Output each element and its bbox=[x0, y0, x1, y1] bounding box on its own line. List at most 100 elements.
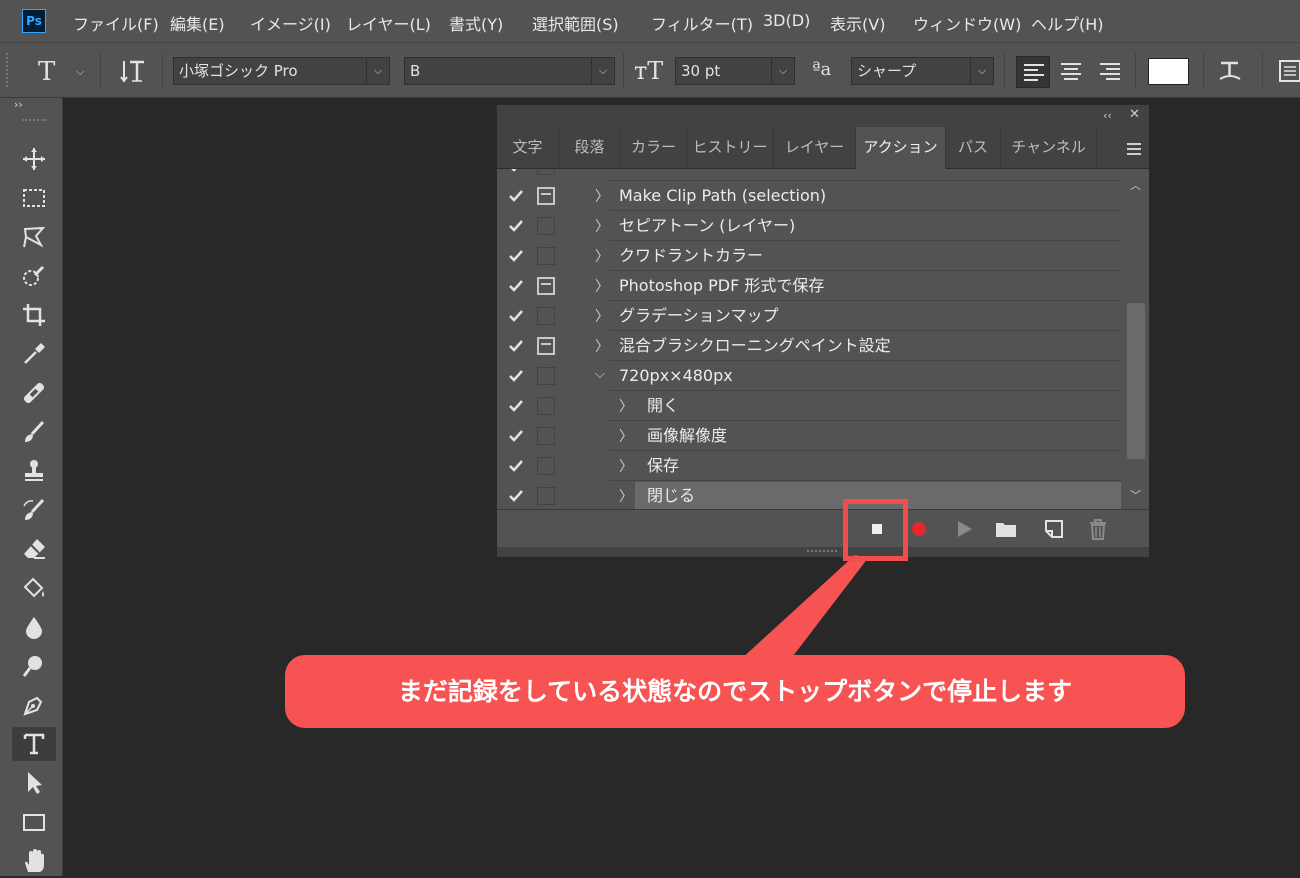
check-icon[interactable] bbox=[507, 307, 525, 325]
pen-tool-icon[interactable] bbox=[12, 688, 56, 722]
history-brush-tool-icon[interactable] bbox=[12, 493, 56, 527]
dialog-toggle-icon[interactable] bbox=[537, 187, 555, 205]
type-tool-icon[interactable] bbox=[12, 727, 56, 761]
eraser-tool-icon[interactable] bbox=[12, 532, 56, 566]
dialog-toggle-icon[interactable] bbox=[537, 457, 555, 475]
chevron-right-icon[interactable]: 〉 bbox=[595, 246, 609, 266]
rectangle-tool-icon[interactable] bbox=[12, 805, 56, 839]
chevron-right-icon[interactable]: 〉 bbox=[619, 486, 633, 506]
menu-view[interactable]: 表示(V) bbox=[830, 11, 885, 35]
chevron-down-icon[interactable]: ⌵ bbox=[76, 65, 84, 79]
blur-tool-icon[interactable] bbox=[12, 610, 56, 644]
scroll-up-icon[interactable]: ︿ bbox=[1130, 177, 1141, 193]
check-icon[interactable] bbox=[507, 397, 525, 415]
path-selection-tool-icon[interactable] bbox=[12, 766, 56, 800]
lasso-tool-icon[interactable] bbox=[12, 220, 56, 254]
tab-channels[interactable]: チャンネル bbox=[1001, 127, 1097, 168]
hand-tool-icon[interactable] bbox=[12, 844, 56, 878]
clone-stamp-tool-icon[interactable] bbox=[12, 454, 56, 488]
dialog-toggle-icon[interactable] bbox=[537, 487, 555, 505]
align-center-button[interactable] bbox=[1054, 56, 1088, 88]
chevron-right-icon[interactable]: 〉 bbox=[619, 396, 633, 416]
chevron-right-icon[interactable]: 〉 bbox=[595, 186, 609, 206]
check-icon[interactable] bbox=[507, 337, 525, 355]
paint-bucket-tool-icon[interactable] bbox=[12, 571, 56, 605]
chevron-right-icon[interactable]: 〉 bbox=[595, 336, 609, 356]
text-orientation-icon[interactable] bbox=[118, 57, 148, 85]
check-icon[interactable] bbox=[507, 457, 525, 475]
eyedropper-tool-icon[interactable] bbox=[12, 337, 56, 371]
chevron-right-icon[interactable]: 〉 bbox=[619, 456, 633, 476]
font-style-select[interactable]: B ⌵ bbox=[404, 57, 615, 85]
list-item[interactable] bbox=[497, 169, 1121, 181]
healing-brush-tool-icon[interactable] bbox=[12, 376, 56, 410]
scrollbar-thumb[interactable] bbox=[1127, 303, 1145, 459]
align-left-button[interactable] bbox=[1016, 56, 1050, 88]
action-row[interactable]: 〉クワドラントカラー bbox=[497, 241, 1121, 271]
tab-paths[interactable]: パス bbox=[946, 127, 1001, 168]
actions-scrollbar[interactable]: ︿ ﹀ bbox=[1123, 169, 1149, 509]
menu-layer[interactable]: レイヤー(L) bbox=[346, 11, 431, 35]
panel-resize-bar[interactable] bbox=[497, 547, 1149, 557]
action-row[interactable]: 〉 Photoshop PDF 形式で保存 bbox=[497, 271, 1121, 301]
action-row[interactable]: 〉保存 bbox=[497, 451, 1121, 481]
dodge-tool-icon[interactable] bbox=[12, 649, 56, 683]
tab-layers[interactable]: レイヤー bbox=[774, 127, 856, 168]
crop-tool-icon[interactable] bbox=[12, 298, 56, 332]
panel-title-bar[interactable]: ‹‹ ✕ bbox=[497, 105, 1149, 127]
check-icon[interactable] bbox=[507, 169, 525, 175]
dialog-toggle-icon[interactable] bbox=[537, 277, 555, 295]
delete-button[interactable] bbox=[1087, 518, 1109, 540]
marquee-tool-icon[interactable] bbox=[12, 181, 56, 215]
dialog-toggle-icon[interactable] bbox=[537, 337, 555, 355]
photoshop-logo-icon[interactable]: Ps bbox=[22, 9, 46, 33]
action-row[interactable]: 〉開く bbox=[497, 391, 1121, 421]
action-row[interactable]: 〉グラデーションマップ bbox=[497, 301, 1121, 331]
new-set-button[interactable] bbox=[995, 518, 1017, 540]
action-row[interactable]: 〉閉じる bbox=[497, 481, 1121, 509]
close-icon[interactable]: ✕ bbox=[1129, 107, 1140, 122]
check-icon[interactable] bbox=[507, 217, 525, 235]
menu-select[interactable]: 選択範囲(S) bbox=[532, 11, 619, 35]
check-icon[interactable] bbox=[507, 187, 525, 205]
dialog-toggle-icon[interactable] bbox=[537, 367, 555, 385]
tab-actions[interactable]: アクション bbox=[856, 127, 946, 169]
move-tool-icon[interactable] bbox=[12, 142, 56, 176]
tab-color[interactable]: カラー bbox=[621, 127, 687, 168]
menu-file[interactable]: ファイル(F) bbox=[73, 11, 159, 35]
quick-selection-tool-icon[interactable] bbox=[12, 259, 56, 293]
brush-tool-icon[interactable] bbox=[12, 415, 56, 449]
chevron-right-icon[interactable]: 〉 bbox=[595, 306, 609, 326]
text-color-swatch[interactable] bbox=[1148, 58, 1189, 85]
menu-type[interactable]: 書式(Y) bbox=[449, 11, 503, 35]
expand-arrows-icon[interactable]: ›› bbox=[14, 98, 23, 111]
action-row[interactable]: 〉 Make Clip Path (selection) bbox=[497, 181, 1121, 211]
warp-text-icon[interactable] bbox=[1216, 57, 1244, 85]
play-button[interactable] bbox=[953, 518, 975, 540]
dialog-toggle-icon[interactable] bbox=[537, 217, 555, 235]
font-size-input[interactable]: 30 pt ⌵ bbox=[675, 57, 795, 85]
new-action-button[interactable] bbox=[1043, 518, 1065, 540]
dialog-toggle-icon[interactable] bbox=[537, 397, 555, 415]
chevron-right-icon[interactable]: 〉 bbox=[595, 276, 609, 296]
tab-history[interactable]: ヒストリー bbox=[687, 127, 774, 168]
options-bar-grip[interactable] bbox=[6, 53, 12, 87]
menu-help[interactable]: ヘルプ(H) bbox=[1031, 11, 1104, 35]
action-row[interactable]: 〉混合ブラシクローニングペイント設定 bbox=[497, 331, 1121, 361]
menu-window[interactable]: ウィンドウ(W) bbox=[913, 11, 1021, 35]
dialog-toggle-icon[interactable] bbox=[537, 427, 555, 445]
tools-grip[interactable] bbox=[22, 119, 46, 124]
dialog-toggle-icon[interactable] bbox=[537, 247, 555, 265]
tab-character[interactable]: 文字 bbox=[497, 127, 559, 168]
chevron-right-icon[interactable]: 〉 bbox=[595, 216, 609, 236]
character-panel-icon[interactable] bbox=[1278, 59, 1300, 83]
scroll-down-icon[interactable]: ﹀ bbox=[1130, 487, 1141, 503]
check-icon[interactable] bbox=[507, 247, 525, 265]
action-row[interactable]: 〉画像解像度 bbox=[497, 421, 1121, 451]
font-family-select[interactable]: 小塚ゴシック Pro ⌵ bbox=[173, 57, 390, 85]
check-icon[interactable] bbox=[507, 427, 525, 445]
check-icon[interactable] bbox=[507, 277, 525, 295]
align-right-button[interactable] bbox=[1093, 56, 1127, 88]
tab-paragraph[interactable]: 段落 bbox=[559, 127, 621, 168]
chevron-down-icon[interactable]: ⌵ bbox=[595, 367, 605, 382]
